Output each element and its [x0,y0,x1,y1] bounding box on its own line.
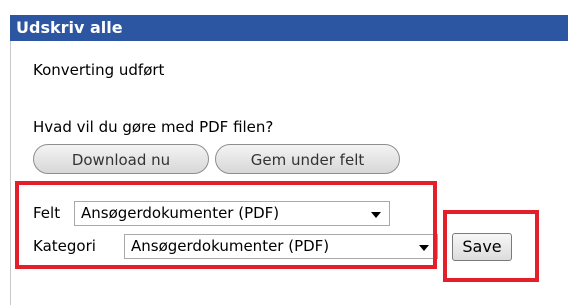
felt-select[interactable]: Ansøgerdokumenter (PDF) [74,201,390,226]
save-under-field-button[interactable]: Gem under felt [215,144,400,174]
felt-select-value: Ansøgerdokumenter (PDF) [81,204,280,222]
screen: Udskriv alle Konverting udført Hvad vil … [0,0,570,307]
kategori-label: Kategori [33,237,96,255]
felt-label: Felt [33,204,61,222]
kategori-select-value: Ansøgerdokumenter (PDF) [131,237,330,255]
question-text: Hvad vil du gøre med PDF filen? [33,118,274,136]
chevron-down-icon [371,212,381,218]
save-button[interactable]: Save [452,233,512,261]
kategori-select[interactable]: Ansøgerdokumenter (PDF) [124,234,438,259]
chevron-down-icon [419,245,429,251]
status-text: Konverting udført [33,61,165,79]
download-now-button[interactable]: Download nu [33,144,209,174]
dialog-title: Udskriv alle [16,18,123,37]
